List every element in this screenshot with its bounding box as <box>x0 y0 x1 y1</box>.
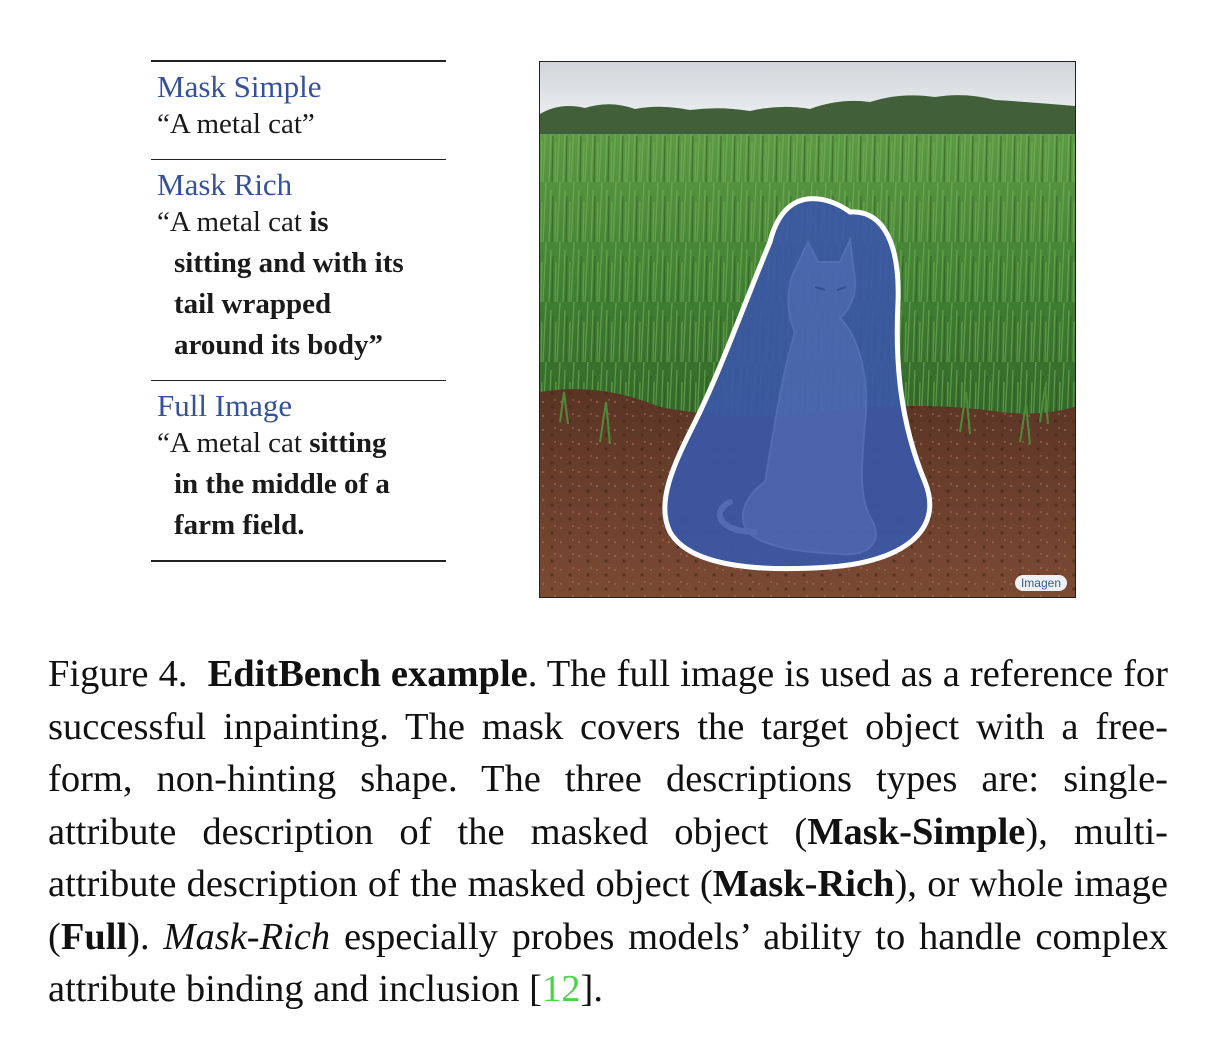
full-image-text: “A metal cat sitting in the middle of a … <box>157 423 446 546</box>
mask-rich-text: “A metal cat is sitting and with its tai… <box>157 202 446 366</box>
caption-bold-mask-simple: Mask-Simple <box>807 810 1026 853</box>
caption-bold-full: Full <box>60 915 128 958</box>
description-table: Mask Simple “A metal cat” Mask Rich “A m… <box>151 60 446 562</box>
caption-text: ]. <box>580 968 603 1010</box>
caption-italic-mask-rich: Mask-Rich <box>163 915 331 958</box>
figure-caption: Figure 4. EditBench example. The full im… <box>48 648 1168 1016</box>
caption-title: EditBench example <box>207 653 528 695</box>
mask-rich-bold-line: around its body” <box>174 329 383 361</box>
mask-simple-text: “A metal cat” <box>157 104 446 145</box>
mask-rich-bold-first: is <box>309 206 329 238</box>
mask-rich-bold-line: sitting and with its <box>174 247 404 279</box>
mask-rich-block: Mask Rich “A metal cat is sitting and wi… <box>151 160 446 380</box>
full-image-plain: “A metal cat <box>157 427 310 459</box>
caption-bold-mask-rich: Mask-Rich <box>712 863 895 905</box>
mask-rich-plain: “A metal cat <box>157 206 310 238</box>
imagen-watermark: Imagen <box>1014 575 1067 591</box>
masked-image: Imagen <box>539 61 1076 598</box>
figure-label: Figure 4. <box>48 653 188 695</box>
mask-simple-quote: “A metal cat” <box>157 108 315 140</box>
mask-rich-bold-line: tail wrapped <box>174 288 332 320</box>
table-bottom-rule <box>151 560 446 562</box>
full-image-bold-first: sitting <box>309 427 387 459</box>
caption-text: ). <box>127 915 164 958</box>
farm-field-scene <box>540 62 1075 597</box>
mask-rich-title: Mask Rich <box>157 167 293 202</box>
full-image-title: Full Image <box>157 388 293 423</box>
mask-simple-title: Mask Simple <box>157 69 322 104</box>
mask-simple-block: Mask Simple “A metal cat” <box>151 62 446 159</box>
full-image-block: Full Image “A metal cat sitting in the m… <box>151 381 446 560</box>
citation-link[interactable]: 12 <box>542 968 581 1010</box>
full-image-bold-line: farm field. <box>174 509 305 541</box>
full-image-bold-line: in the middle of a <box>174 468 390 500</box>
